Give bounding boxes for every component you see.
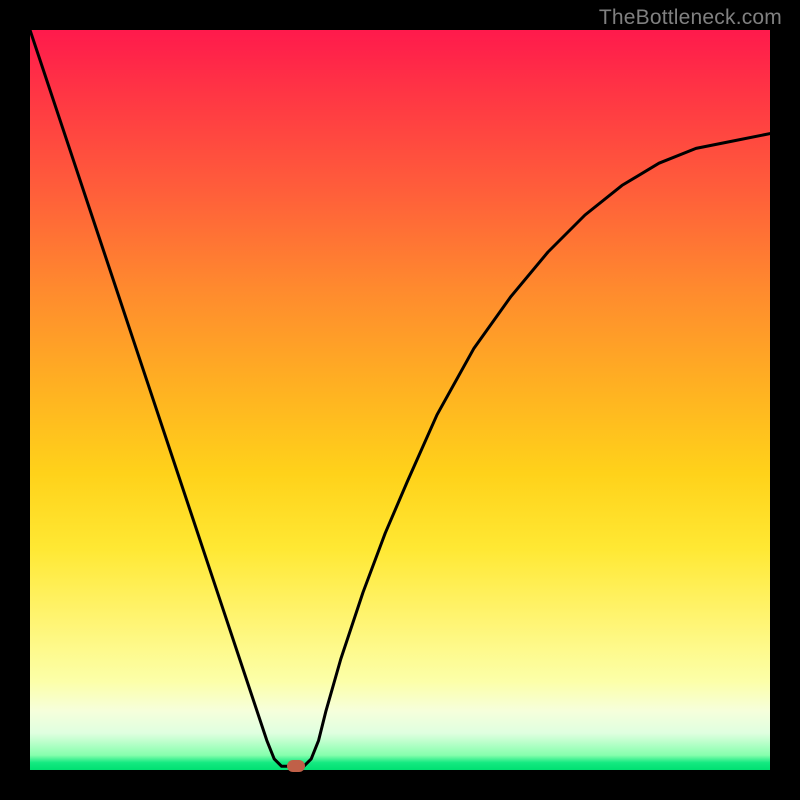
optimum-marker xyxy=(287,760,305,772)
bottleneck-curve xyxy=(30,30,770,766)
plot-area xyxy=(30,30,770,770)
watermark-text: TheBottleneck.com xyxy=(599,6,782,30)
curve-layer xyxy=(30,30,770,770)
chart-container: TheBottleneck.com xyxy=(0,0,800,800)
